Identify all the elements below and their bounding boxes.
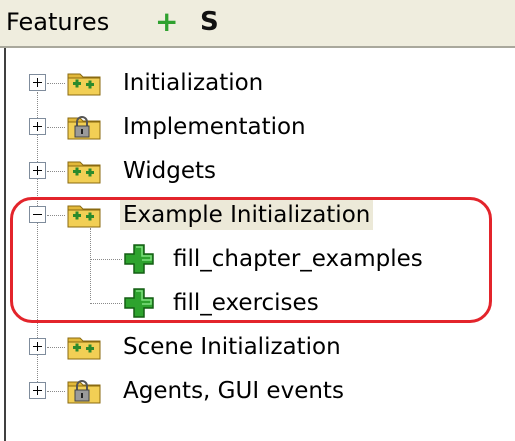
tree-line	[47, 83, 65, 84]
tree-line	[47, 391, 65, 392]
tree-item-agents-gui-events[interactable]: Agents, GUI events	[0, 370, 515, 414]
tree-line	[90, 259, 122, 260]
green-plus-icon	[124, 244, 154, 274]
expand-toggle[interactable]	[29, 382, 46, 399]
expand-toggle[interactable]	[29, 118, 46, 135]
feature-folder-icon	[67, 337, 101, 360]
tree-item-label[interactable]: Scene Initialization	[120, 332, 344, 362]
feature-folder-icon	[67, 73, 101, 96]
tree-line	[47, 171, 65, 172]
tree-item-fill-exercises[interactable]: fill_exercises	[0, 282, 515, 326]
tree-line	[47, 215, 65, 216]
green-plus-icon	[124, 288, 154, 318]
tree-item-label[interactable]: fill_exercises	[170, 288, 322, 318]
tree-item-widgets[interactable]: Widgets	[0, 150, 515, 194]
expand-toggle[interactable]	[29, 338, 46, 355]
features-panel: Features + S Initialization Implementati…	[0, 0, 515, 441]
collapse-toggle[interactable]	[29, 206, 46, 223]
tree-item-label[interactable]: Initialization	[120, 68, 266, 98]
tree-item-label[interactable]: fill_chapter_examples	[170, 244, 426, 274]
tree-line	[90, 303, 122, 304]
tree-item-label[interactable]: Example Initialization	[120, 200, 374, 230]
tree-item-initialization[interactable]: Initialization	[0, 62, 515, 106]
tree-line	[47, 347, 65, 348]
locked-folder-icon	[67, 116, 101, 140]
tree-item-label[interactable]: Implementation	[120, 112, 309, 142]
feature-folder-icon	[67, 205, 101, 228]
tree-item-example-initialization[interactable]: Example Initialization	[0, 194, 515, 238]
feature-tree: Initialization Implementation Widgets Ex…	[0, 0, 515, 441]
tree-item-implementation[interactable]: Implementation	[0, 106, 515, 150]
tree-line	[47, 127, 65, 128]
tree-item-fill-chapter-examples[interactable]: fill_chapter_examples	[0, 238, 515, 282]
tree-item-label[interactable]: Widgets	[120, 156, 219, 186]
tree-item-scene-initialization[interactable]: Scene Initialization	[0, 326, 515, 370]
expand-toggle[interactable]	[29, 74, 46, 91]
tree-item-label[interactable]: Agents, GUI events	[120, 376, 347, 406]
expand-toggle[interactable]	[29, 162, 46, 179]
locked-folder-icon	[67, 380, 101, 404]
feature-folder-icon	[67, 161, 101, 184]
